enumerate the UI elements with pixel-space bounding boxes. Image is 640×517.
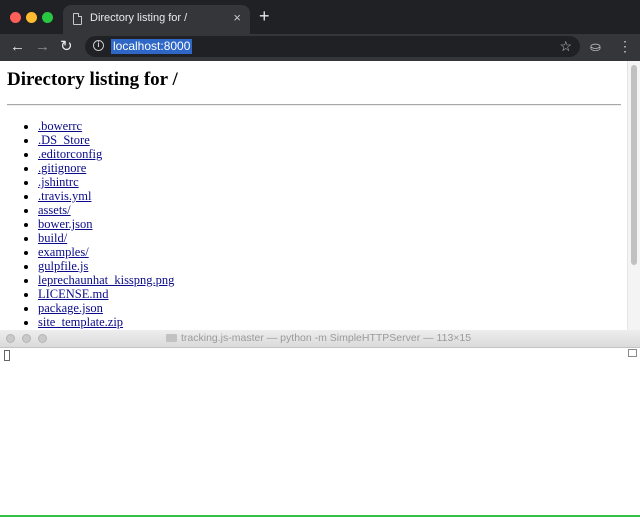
url-input[interactable]: localhost:8000 [111,39,193,54]
maximize-window-button[interactable] [42,12,53,23]
close-icon[interactable]: × [233,11,241,25]
star-icon[interactable]: ☆ [559,37,572,55]
extension-icon[interactable]: ⛀ [590,39,601,54]
file-list: .bowerrc.DS_Store.editorconfig.gitignore… [0,119,174,329]
menu-icon[interactable]: ⋮ [618,38,632,54]
list-item: site_template.zip [38,315,174,329]
scrollbar-thumb[interactable] [631,65,637,265]
close-window-button[interactable] [10,12,21,23]
document-icon [73,13,82,25]
file-link[interactable]: examples/ [38,245,89,259]
terminal-scroll-icon[interactable] [628,349,637,357]
file-link[interactable]: .travis.yml [38,189,91,203]
file-link[interactable]: .jshintrc [38,175,79,189]
tab-title: Directory listing for / [90,12,188,24]
list-item: .editorconfig [38,147,174,161]
list-item: build/ [38,231,174,245]
divider [7,104,621,106]
info-icon[interactable]: i [93,40,104,51]
terminal-titlebar[interactable]: tracking.js-master — python -m SimpleHTT… [0,330,640,348]
list-item: leprechaunhat_kisspng.png [38,273,174,287]
terminal-maximize-button[interactable] [38,334,47,343]
terminal-window: tracking.js-master — python -m SimpleHTT… [0,330,640,517]
folder-icon [166,334,177,342]
file-link[interactable]: LICENSE.md [38,287,108,301]
file-link[interactable]: leprechaunhat_kisspng.png [38,273,174,287]
list-item: examples/ [38,245,174,259]
forward-arrow-icon[interactable]: → [35,37,50,57]
browser-window: Directory listing for / × + ← → ↻ i loca… [0,0,640,330]
terminal-title: tracking.js-master — python -m SimpleHTT… [181,332,472,344]
file-link[interactable]: .gitignore [38,161,86,175]
tab-directory-listing[interactable]: Directory listing for / × [63,5,250,34]
file-link[interactable]: .bowerrc [38,119,82,133]
list-item: gulpfile.js [38,259,174,273]
terminal-cursor [4,350,10,361]
file-link[interactable]: gulpfile.js [38,259,88,273]
file-link[interactable]: site_template.zip [38,315,123,329]
tab-bar: Directory listing for / × + [0,0,640,34]
plus-icon[interactable]: + [259,7,270,25]
list-item: bower.json [38,217,174,231]
list-item: .gitignore [38,161,174,175]
address-bar[interactable]: i localhost:8000 ☆ [85,36,580,57]
list-item: .bowerrc [38,119,174,133]
file-link[interactable]: package.json [38,301,103,315]
file-link[interactable]: .editorconfig [38,147,102,161]
page-viewport: Directory listing for / .bowerrc.DS_Stor… [0,61,640,330]
page-title: Directory listing for / [7,69,178,90]
terminal-minimize-button[interactable] [22,334,31,343]
browser-toolbar: ← → ↻ i localhost:8000 ☆ ⛀ ⋮ [0,34,640,61]
list-item: .jshintrc [38,175,174,189]
file-link[interactable]: .DS_Store [38,133,90,147]
list-item: .travis.yml [38,189,174,203]
reload-icon[interactable]: ↻ [60,37,73,57]
minimize-window-button[interactable] [26,12,37,23]
back-arrow-icon[interactable]: ← [10,37,25,57]
list-item: assets/ [38,203,174,217]
file-link[interactable]: bower.json [38,217,93,231]
file-link[interactable]: assets/ [38,203,71,217]
file-link[interactable]: build/ [38,231,67,245]
list-item: LICENSE.md [38,287,174,301]
terminal-close-button[interactable] [6,334,15,343]
scrollbar[interactable] [627,61,640,330]
list-item: package.json [38,301,174,315]
list-item: .DS_Store [38,133,174,147]
